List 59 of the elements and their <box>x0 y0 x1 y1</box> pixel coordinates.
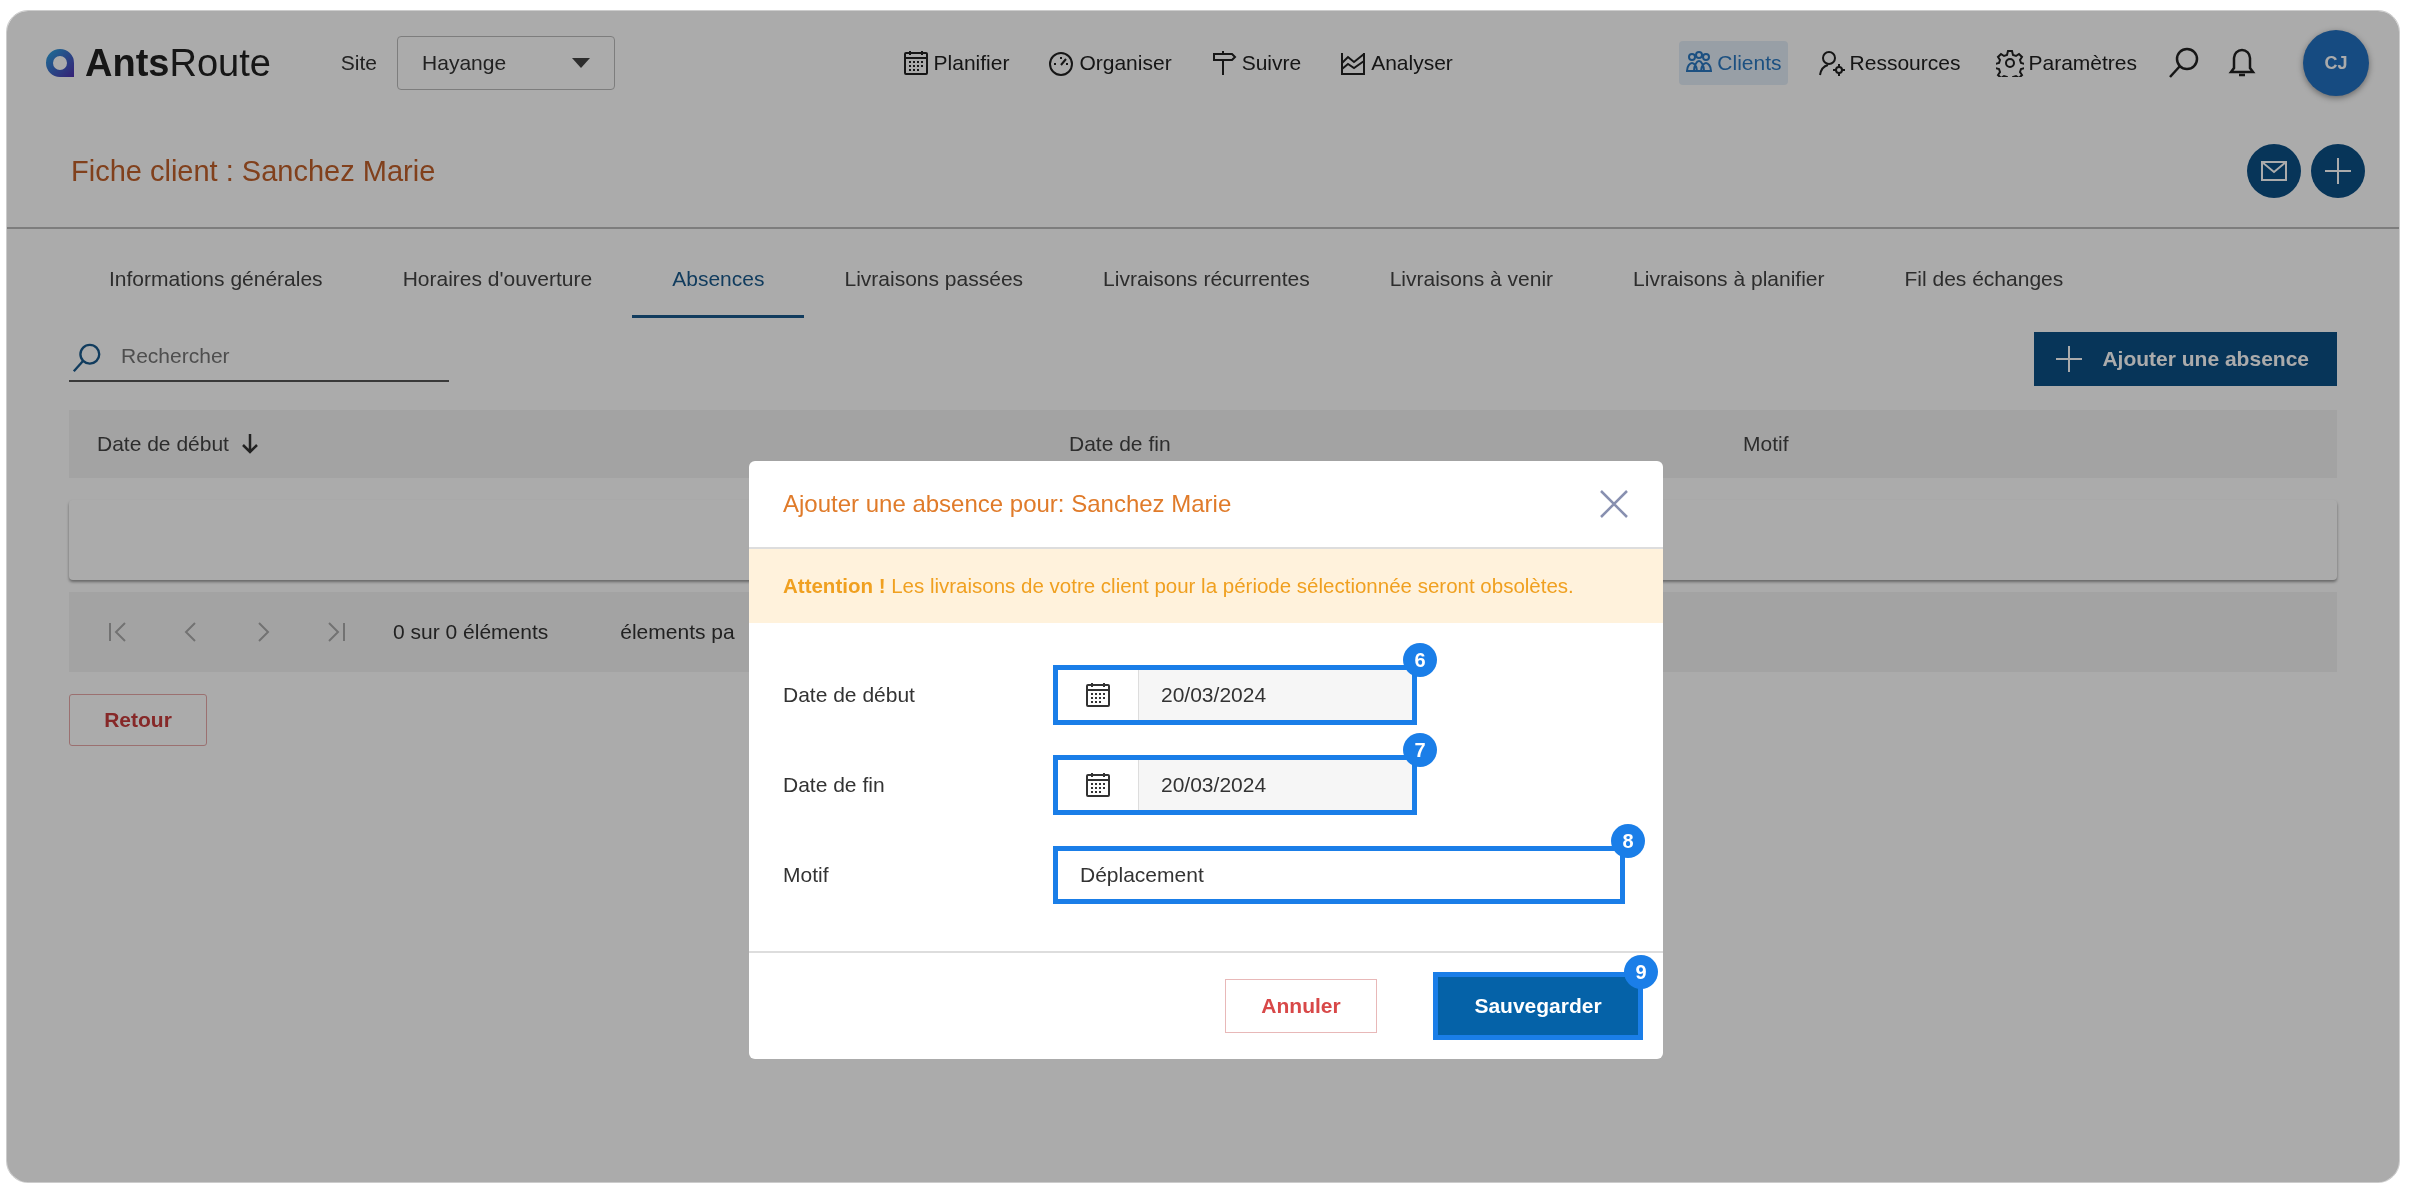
page-title: Fiche client : Sanchez Marie <box>71 154 436 188</box>
gauge-icon <box>1047 49 1076 77</box>
search-icon[interactable] <box>2167 46 2201 80</box>
reason-field[interactable]: Déplacement <box>1053 846 1625 904</box>
nav-item[interactable]: Organiser <box>1041 41 1178 85</box>
save-button[interactable]: Sauvegarder <box>1438 977 1638 1035</box>
tab[interactable]: Livraisons à venir <box>1349 245 1594 318</box>
nav-item[interactable]: Paramètres <box>1990 41 2143 85</box>
plus-icon <box>2056 346 2083 372</box>
envelope-icon <box>2261 161 2287 181</box>
nav-item[interactable]: Planifier <box>895 41 1016 85</box>
page-size-label: élements pa <box>620 620 735 644</box>
user-avatar[interactable]: CJ <box>2303 30 2369 96</box>
date-field[interactable]: 20/03/2024 <box>1053 665 1417 725</box>
calendar-icon[interactable] <box>1084 771 1112 799</box>
calendar-icon[interactable] <box>1084 681 1112 709</box>
tab[interactable]: Informations générales <box>69 245 363 318</box>
add-absence-button[interactable]: Ajouter une absence <box>2034 332 2337 386</box>
add-button[interactable] <box>2311 144 2365 198</box>
nav-item[interactable]: Analyser <box>1333 41 1459 85</box>
tab[interactable]: Livraisons à planifier <box>1593 245 1865 318</box>
field-label: Motif <box>783 863 830 887</box>
caret-icon <box>572 58 591 68</box>
callout-badge: 7 <box>1403 733 1437 767</box>
logo-text: AntsRoute <box>85 41 271 85</box>
nav-item[interactable]: Clients <box>1679 41 1788 85</box>
tab[interactable]: Horaires d'ouverture <box>362 245 633 318</box>
nav-item[interactable]: Suivre <box>1203 41 1308 85</box>
close-icon[interactable] <box>1599 489 1629 519</box>
logo-icon <box>43 46 77 80</box>
search-field[interactable]: Rechercher <box>69 336 449 382</box>
tab[interactable]: Livraisons passées <box>804 245 1064 318</box>
nav-item[interactable]: Ressources <box>1811 41 1967 85</box>
cancel-button[interactable]: Annuler <box>1225 979 1377 1033</box>
tab[interactable]: Fil des échanges <box>1864 245 2104 318</box>
site-select[interactable]: Hayange <box>397 36 616 90</box>
field-label: Date de fin <box>783 773 886 797</box>
callout-badge: 8 <box>1611 824 1645 858</box>
site-label: Site <box>340 51 378 75</box>
callout-badge: 6 <box>1403 643 1437 677</box>
pagination-status: 0 sur 0 éléments <box>393 620 549 644</box>
field-label: Date de début <box>783 683 916 707</box>
email-button[interactable] <box>2247 144 2301 198</box>
callout-badge: 9 <box>1624 955 1658 989</box>
gear-icon <box>1996 49 2025 77</box>
column-header[interactable]: Motif <box>1743 432 1789 456</box>
column-header[interactable]: Date de fin <box>1069 432 1171 456</box>
warning-message: Attention ! Les livraisons de votre client pour la période sélectionnée seront obsolètes. <box>783 574 1574 598</box>
sort-arrow-icon[interactable] <box>240 434 259 454</box>
back-button[interactable]: Retour <box>69 694 207 746</box>
date-field[interactable]: 20/03/2024 <box>1053 755 1417 815</box>
user-gear-icon <box>1817 49 1846 77</box>
dialog-title: Ajouter une absence pour: Sanchez Marie <box>783 490 1232 518</box>
calendar-icon <box>901 49 930 77</box>
plus-icon <box>2325 158 2351 184</box>
search-icon <box>71 342 103 374</box>
tab[interactable]: Livraisons récurrentes <box>1063 245 1350 318</box>
tab[interactable]: Absences <box>632 245 805 318</box>
column-header[interactable]: Date de début <box>97 432 229 456</box>
